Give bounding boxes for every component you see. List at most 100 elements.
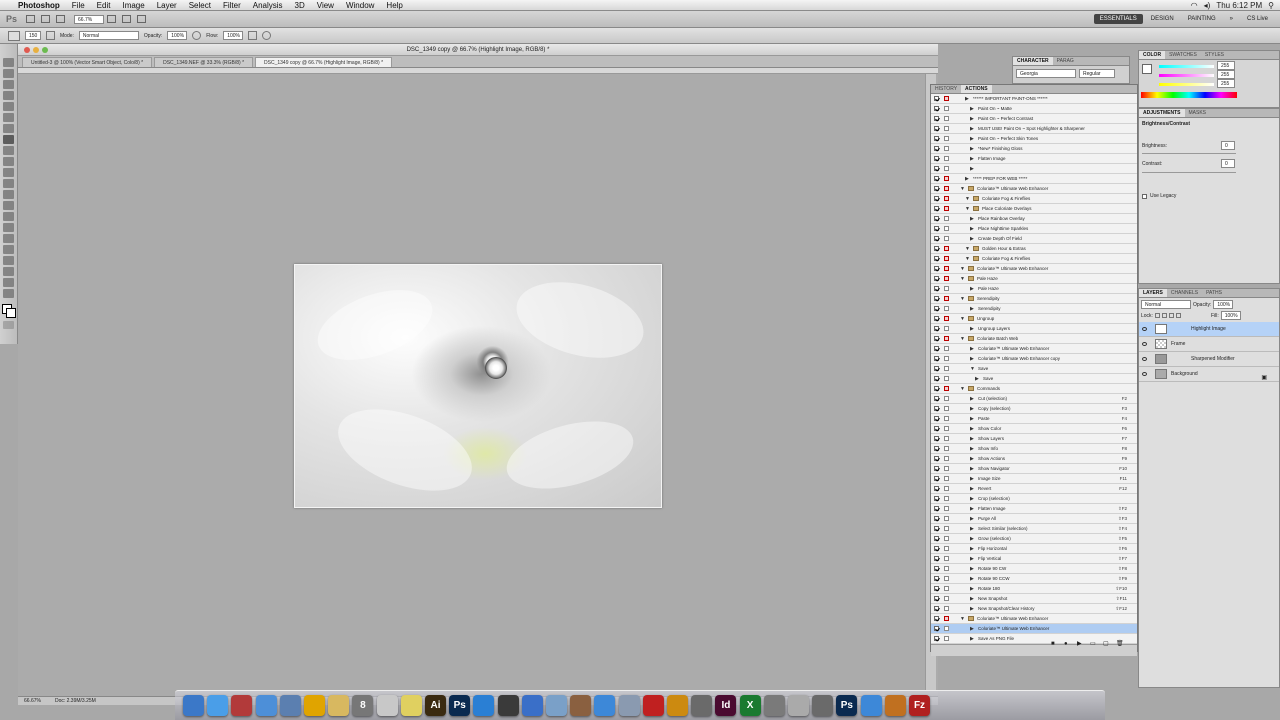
toggle-checkbox[interactable]: [934, 236, 939, 241]
brush-panel-icon[interactable]: [46, 31, 55, 40]
action-row[interactable]: ▶ Serendipity: [931, 304, 1137, 314]
dock-app-icon[interactable]: [400, 695, 422, 716]
font-style-select[interactable]: Regular: [1079, 69, 1115, 78]
action-row[interactable]: ▶ Revert F12: [931, 484, 1137, 494]
blend-mode-select[interactable]: Normal: [1141, 300, 1191, 309]
minimize-window-icon[interactable]: [33, 47, 39, 53]
toggle-checkbox[interactable]: [934, 276, 939, 281]
dialog-toggle-icon[interactable]: [944, 436, 949, 441]
quick-selection-tool-icon[interactable]: [3, 91, 14, 100]
dialog-toggle-icon[interactable]: [944, 196, 949, 201]
collapsed-triangle-icon[interactable]: ▶: [970, 575, 974, 583]
action-row[interactable]: ▶ Coloriate™ Ultimate Web Enhancer: [931, 624, 1137, 634]
brightness-slider[interactable]: [1142, 153, 1236, 154]
menu-view[interactable]: View: [311, 1, 340, 10]
mode-select[interactable]: Normal: [78, 31, 139, 40]
collapsed-triangle-icon[interactable]: ▶: [970, 535, 974, 543]
dialog-toggle-icon[interactable]: [944, 446, 949, 451]
layer-name[interactable]: Frame: [1171, 337, 1185, 351]
dock-app-icon[interactable]: [642, 695, 664, 716]
collapsed-triangle-icon[interactable]: ▶: [970, 345, 974, 353]
eye-icon[interactable]: [1142, 357, 1147, 361]
layer-opacity-field[interactable]: 100%: [1213, 300, 1234, 309]
tab-history[interactable]: HISTORY: [931, 85, 961, 93]
airbrush-icon[interactable]: [248, 31, 258, 40]
toggle-checkbox[interactable]: [934, 446, 939, 451]
toggle-checkbox[interactable]: [934, 106, 939, 111]
dialog-toggle-icon[interactable]: [944, 496, 949, 501]
collapsed-triangle-icon[interactable]: ▶: [970, 585, 974, 593]
action-row[interactable]: ▶ Pale Haze: [931, 284, 1137, 294]
collapsed-triangle-icon[interactable]: ▶: [970, 605, 974, 613]
dock-app-icon[interactable]: [473, 695, 495, 716]
workspace-design[interactable]: DESIGN: [1145, 14, 1180, 24]
toggle-checkbox[interactable]: [934, 416, 939, 421]
arrange-documents-icon[interactable]: [122, 15, 132, 23]
dock-app-icon[interactable]: Id: [715, 695, 737, 716]
dialog-toggle-icon[interactable]: [944, 586, 949, 591]
toggle-checkbox[interactable]: [934, 216, 939, 221]
action-row[interactable]: ▶: [931, 164, 1137, 174]
dialog-toggle-icon[interactable]: [944, 176, 949, 181]
dialog-toggle-icon[interactable]: [944, 506, 949, 511]
action-row[interactable]: ▼ Pale Haze: [931, 274, 1137, 284]
tab-dsc-1349-nef[interactable]: DSC_1349.NEF @ 33.3% (RGB/8) *: [154, 57, 254, 67]
expanded-triangle-icon[interactable]: ▼: [965, 205, 970, 213]
toggle-checkbox[interactable]: [934, 256, 939, 261]
action-row[interactable]: ▼ Ungroup: [931, 314, 1137, 324]
zoom-status[interactable]: 66.67%: [24, 698, 41, 704]
3d-orbit-tool-icon[interactable]: [3, 267, 14, 276]
expanded-triangle-icon[interactable]: ▼: [960, 385, 965, 393]
dialog-toggle-icon[interactable]: [944, 156, 949, 161]
cs-live[interactable]: CS Live: [1241, 14, 1274, 24]
layer-row[interactable]: Sharpened Modifier: [1139, 352, 1279, 367]
action-row[interactable]: ▼ Golden Hour & Extras: [931, 244, 1137, 254]
dialog-toggle-icon[interactable]: [944, 206, 949, 211]
toggle-checkbox[interactable]: [934, 536, 939, 541]
expanded-triangle-icon[interactable]: ▼: [970, 365, 975, 373]
dialog-toggle-icon[interactable]: [944, 116, 949, 121]
eye-icon[interactable]: [1142, 342, 1147, 346]
record-icon[interactable]: ●: [1064, 641, 1068, 647]
eyedropper-tool-icon[interactable]: [3, 113, 14, 122]
collapsed-triangle-icon[interactable]: ▶: [970, 305, 974, 313]
dialog-toggle-icon[interactable]: [944, 296, 949, 301]
action-row[interactable]: ▶ Show Navigator F10: [931, 464, 1137, 474]
action-row[interactable]: ▶ New Snapshot ⇧F11: [931, 594, 1137, 604]
action-row[interactable]: ▼ Save: [931, 364, 1137, 374]
action-row[interactable]: ▶ Grow (selection) ⇧F5: [931, 534, 1137, 544]
action-row[interactable]: ▼ Coloriate™ Ultimate Web Enhancer: [931, 264, 1137, 274]
clone-stamp-tool-icon[interactable]: [3, 146, 14, 155]
action-row[interactable]: ▼ Coloriate Fog & Fireflies: [931, 254, 1137, 264]
action-row[interactable]: ▶ Paint On ~ Perfect Contrast: [931, 114, 1137, 124]
action-row[interactable]: ▶ Show Actions F9: [931, 454, 1137, 464]
dock-app-icon[interactable]: [521, 695, 543, 716]
dialog-toggle-icon[interactable]: [944, 136, 949, 141]
tab-adjustments[interactable]: ADJUSTMENTS: [1139, 109, 1185, 117]
dock-app-icon[interactable]: [763, 695, 785, 716]
tab-actions[interactable]: ACTIONS: [961, 85, 992, 93]
menu-app[interactable]: Photoshop: [12, 1, 66, 10]
collapsed-triangle-icon[interactable]: ▶: [970, 405, 974, 413]
blue-slider[interactable]: [1159, 83, 1214, 86]
toggle-checkbox[interactable]: [934, 246, 939, 251]
menu-layer[interactable]: Layer: [151, 1, 183, 10]
workspace-more[interactable]: »: [1224, 14, 1239, 24]
dialog-toggle-icon[interactable]: [944, 476, 949, 481]
tab-dsc-1349-copy[interactable]: DSC_1349 copy @ 66.7% (Highlight Image, …: [255, 57, 393, 67]
action-row[interactable]: ▶ Flatten Image ⇧F2: [931, 504, 1137, 514]
dialog-toggle-icon[interactable]: [944, 616, 949, 621]
blue-value[interactable]: 255: [1217, 79, 1235, 88]
dock-app-icon[interactable]: [812, 695, 834, 716]
action-row[interactable]: ▼ Coloriate Batch Web: [931, 334, 1137, 344]
toggle-checkbox[interactable]: [934, 436, 939, 441]
toggle-checkbox[interactable]: [934, 576, 939, 581]
tab-paragraph[interactable]: PARAG: [1053, 57, 1078, 65]
dialog-toggle-icon[interactable]: [944, 596, 949, 601]
dock-app-icon[interactable]: [376, 695, 398, 716]
collapsed-triangle-icon[interactable]: ▶: [970, 135, 974, 143]
fill-field[interactable]: 100%: [1220, 311, 1241, 320]
3d-rotate-tool-icon[interactable]: [3, 256, 14, 265]
eye-icon[interactable]: [1142, 327, 1147, 331]
dialog-toggle-icon[interactable]: [944, 326, 949, 331]
